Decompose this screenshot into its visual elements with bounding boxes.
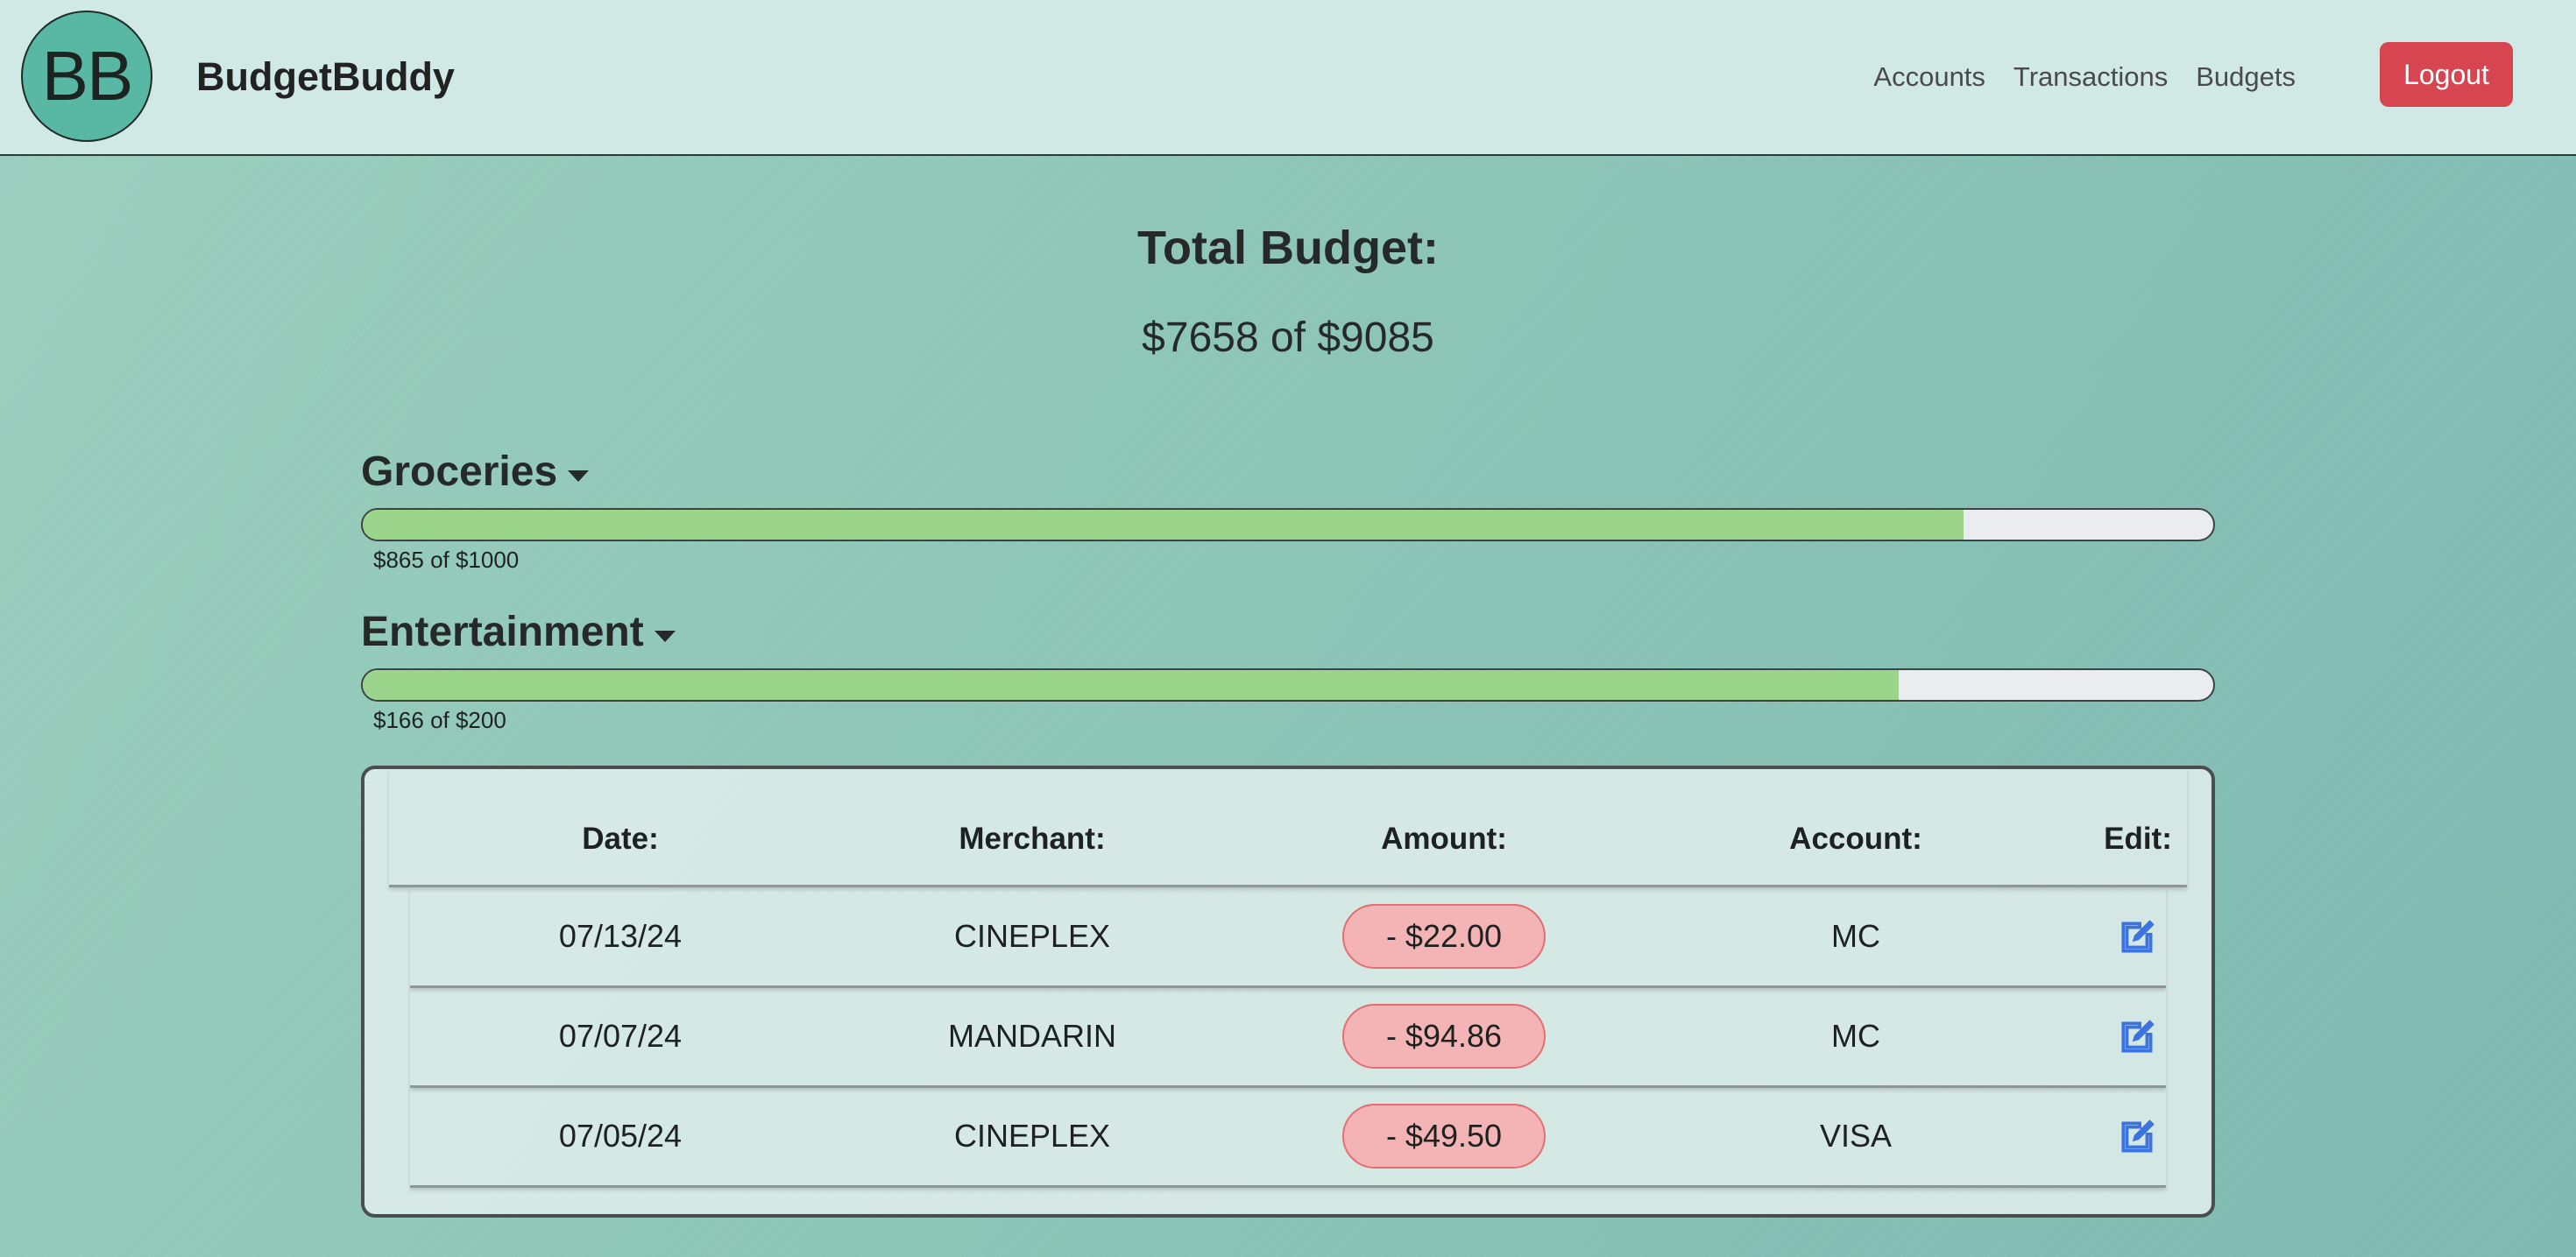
nav-link-budgets[interactable]: Budgets [2196, 56, 2296, 98]
column-header-date: Date: [582, 822, 659, 856]
edit-icon [2121, 1020, 2155, 1053]
budget-groceries: Groceries $865 of $1000 [361, 443, 2215, 574]
column-header-merchant: Merchant: [959, 822, 1106, 856]
budget-name: Groceries [361, 448, 558, 495]
edit-button[interactable] [2115, 914, 2161, 959]
amount-badge: - $94.86 [1342, 1004, 1546, 1069]
edit-button[interactable] [2115, 1013, 2161, 1059]
edit-icon [2121, 1119, 2155, 1153]
cell-edit [1963, 987, 2313, 1085]
table-header: Date: Merchant: Amount: Account: Edit: [389, 769, 2187, 887]
progress-label: $166 of $200 [373, 707, 506, 733]
column-header-edit: Edit: [2104, 822, 2172, 856]
edit-button[interactable] [2115, 1113, 2161, 1159]
app-logo[interactable]: BB [21, 11, 152, 142]
nav-link-transactions[interactable]: Transactions [2013, 56, 2168, 98]
cell-date: 07/05/24 [558, 1118, 683, 1154]
cell-merchant: MANDARIN [947, 1018, 1116, 1054]
transactions-table: Date: Merchant: Amount: Account: Edit: 0… [361, 766, 2215, 1218]
progress-bar-fill [363, 510, 1964, 540]
column-header-amount: Amount: [1381, 822, 1507, 856]
budget-entertainment: Entertainment $166 of $200 [361, 604, 2215, 734]
budget-entertainment-toggle[interactable]: Entertainment [361, 604, 2215, 660]
cell-amount: - $49.50 [1269, 1087, 1619, 1185]
logout-button[interactable]: Logout [2380, 42, 2513, 107]
amount-badge: - $49.50 [1342, 1104, 1546, 1169]
nav-links: Accounts Transactions Budgets [1873, 56, 2296, 98]
caret-down-icon [654, 630, 676, 642]
caret-down-icon [568, 470, 590, 482]
top-navbar: BB BudgetBuddy Accounts Transactions Bud… [0, 0, 2576, 156]
cell-edit [1963, 887, 2313, 985]
app-brand-name[interactable]: BudgetBuddy [196, 51, 455, 103]
progress-bar [361, 668, 2215, 702]
progress-bar-fill [363, 670, 1899, 700]
cell-merchant: CINEPLEX [953, 1118, 1111, 1154]
nav-link-accounts[interactable]: Accounts [1873, 56, 1985, 98]
table-row: 07/13/24 CINEPLEX - $22.00 MC [410, 887, 2166, 988]
cell-date: 07/07/24 [558, 1018, 683, 1054]
edit-icon [2121, 920, 2155, 953]
cell-amount: - $94.86 [1269, 987, 1619, 1085]
table-row: 07/05/24 CINEPLEX - $49.50 VISA [410, 1087, 2166, 1188]
progress-bar [361, 508, 2215, 541]
amount-badge: - $22.00 [1342, 904, 1546, 969]
cell-date: 07/13/24 [558, 918, 683, 954]
total-budget-amount: $7658 of $9085 [1142, 314, 1434, 361]
table-row: 07/07/24 MANDARIN - $94.86 MC [410, 987, 2166, 1088]
total-budget-title: Total Budget: [1137, 222, 1439, 274]
budget-groceries-toggle[interactable]: Groceries [361, 443, 2215, 499]
cell-edit [1963, 1087, 2313, 1185]
cell-merchant: CINEPLEX [953, 918, 1111, 954]
cell-amount: - $22.00 [1269, 887, 1619, 985]
progress-label: $865 of $1000 [373, 547, 520, 573]
budget-name: Entertainment [361, 608, 644, 655]
